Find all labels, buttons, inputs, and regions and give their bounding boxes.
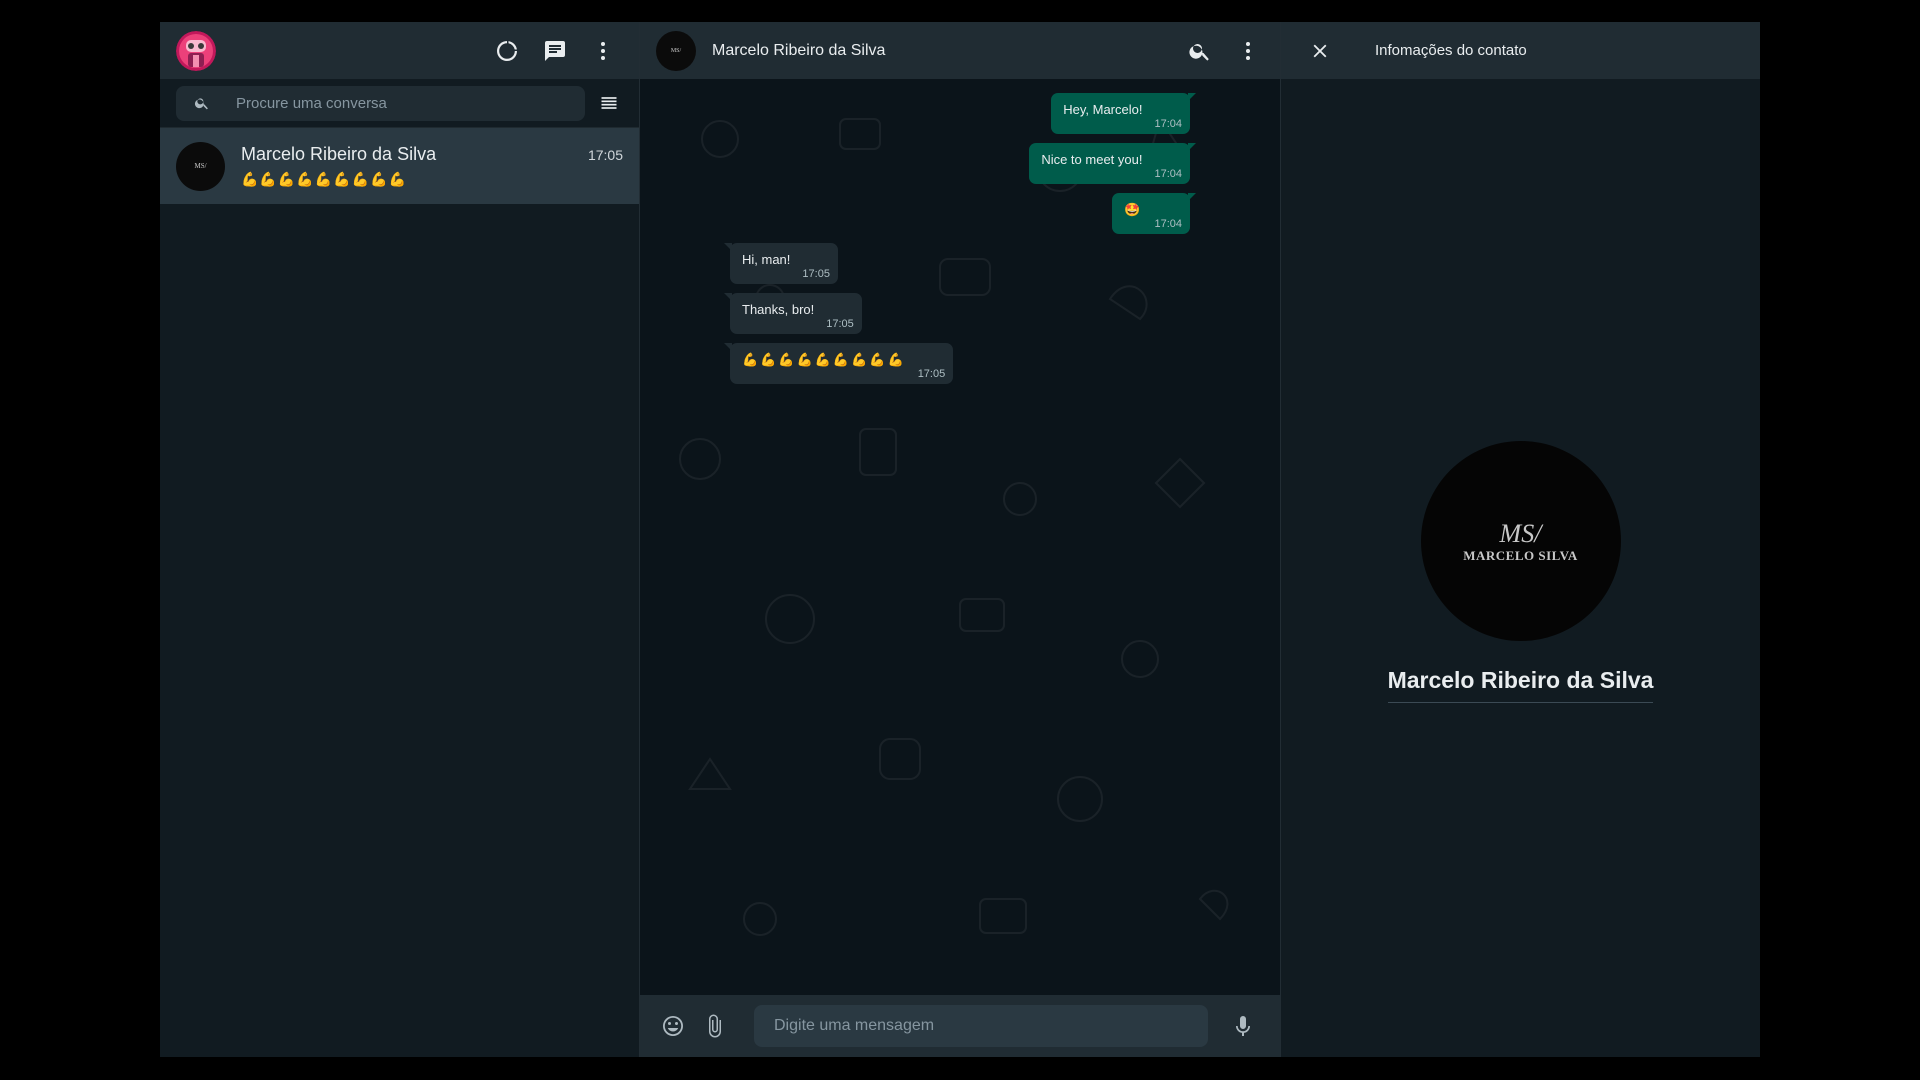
new-chat-icon[interactable] [535,31,575,71]
message-outgoing[interactable]: Nice to meet you! 17:04 [730,143,1196,184]
search-icon [194,98,208,110]
sidebar: MS/ Marcelo Ribeiro da Silva 17:05 💪💪💪💪💪… [160,22,640,1057]
message-time: 17:05 [802,268,830,280]
attach-icon[interactable] [698,1009,732,1043]
message-text: Hi, man! [742,252,791,267]
my-profile-avatar[interactable] [176,30,216,71]
message-input[interactable] [754,1005,1208,1047]
search-icon[interactable] [1180,31,1220,71]
message-text: Nice to meet you! [1041,152,1143,167]
menu-icon[interactable] [583,31,623,71]
contact-profile-photo[interactable]: MS/ MARCELO SILVA [1420,441,1621,641]
message-text: Thanks, bro! [742,302,815,317]
search-box[interactable] [176,85,585,121]
message-outgoing[interactable]: Hey, Marcelo! 17:04 [730,93,1196,134]
emoji-icon[interactable] [656,1009,690,1043]
message-composer [640,995,1280,1057]
whatsapp-app: MS/ Marcelo Ribeiro da Silva 17:05 💪💪💪💪💪… [160,22,1760,1057]
message-text: 🤩 [1124,202,1143,217]
contact-logo: MS/ MARCELO SILVA [1463,518,1578,563]
search-input[interactable] [234,93,573,113]
status-icon[interactable] [487,31,527,71]
chat-panel: MS/ Marcelo Ribeiro da Silva Hey, Marcel… [640,22,1280,1057]
contact-avatar: MS/ [176,141,225,191]
chat-name: Marcelo Ribeiro da Silva [241,144,437,164]
message-incoming[interactable]: Hi, man! 17:05 [724,243,1190,284]
close-icon[interactable] [1305,36,1335,66]
filter-icon[interactable] [591,85,627,121]
search-row [160,79,639,128]
mic-icon[interactable] [1226,1009,1260,1043]
logo-monogram: MS/ [1499,518,1542,548]
chat-last-message: 💪💪💪💪💪💪💪💪💪 [241,171,407,187]
chat-list-item[interactable]: MS/ Marcelo Ribeiro da Silva 17:05 💪💪💪💪💪… [160,128,639,204]
message-incoming[interactable]: Thanks, bro! 17:05 [724,293,1190,334]
contact-info-panel: Infomações do contato MS/ MARCELO SILVA … [1280,22,1760,1057]
chat-time: 17:05 [587,146,623,163]
message-incoming[interactable]: 💪💪💪💪💪💪💪💪💪 17:05 [723,343,1190,384]
message-text: Hey, Marcelo! [1063,102,1143,117]
logo-text: MS/ [194,161,207,170]
message-list[interactable]: Hey, Marcelo! 17:04 Nice to meet you! 17:0… [640,79,1280,995]
contact-avatar[interactable]: MS/ [656,30,696,71]
chat-header: MS/ Marcelo Ribeiro da Silva [640,22,1280,79]
contact-info-name: Marcelo Ribeiro da Silva [1387,667,1654,703]
logo-text: MS/ [670,47,682,54]
sidebar-header [160,22,639,79]
message-text: 💪💪💪💪💪💪💪💪💪 [742,352,906,367]
message-outgoing[interactable]: 🤩 17:04 [730,193,1196,234]
message-time: 17:04 [1154,168,1182,180]
message-time: 17:05 [917,368,946,380]
menu-icon[interactable] [1228,31,1268,71]
contact-info-header: Infomações do contato [1281,22,1760,79]
contact-info-body: MS/ MARCELO SILVA Marcelo Ribeiro da Sil… [1281,79,1760,1057]
message-time: 17:05 [826,318,854,330]
logo-wordmark: MARCELO SILVA [1463,547,1578,563]
message-time: 17:04 [1154,218,1182,230]
message-time: 17:04 [1154,118,1182,130]
chat-contact-name[interactable]: Marcelo Ribeiro da Silva [712,42,1172,60]
contact-info-title: Infomações do contato [1375,42,1527,59]
